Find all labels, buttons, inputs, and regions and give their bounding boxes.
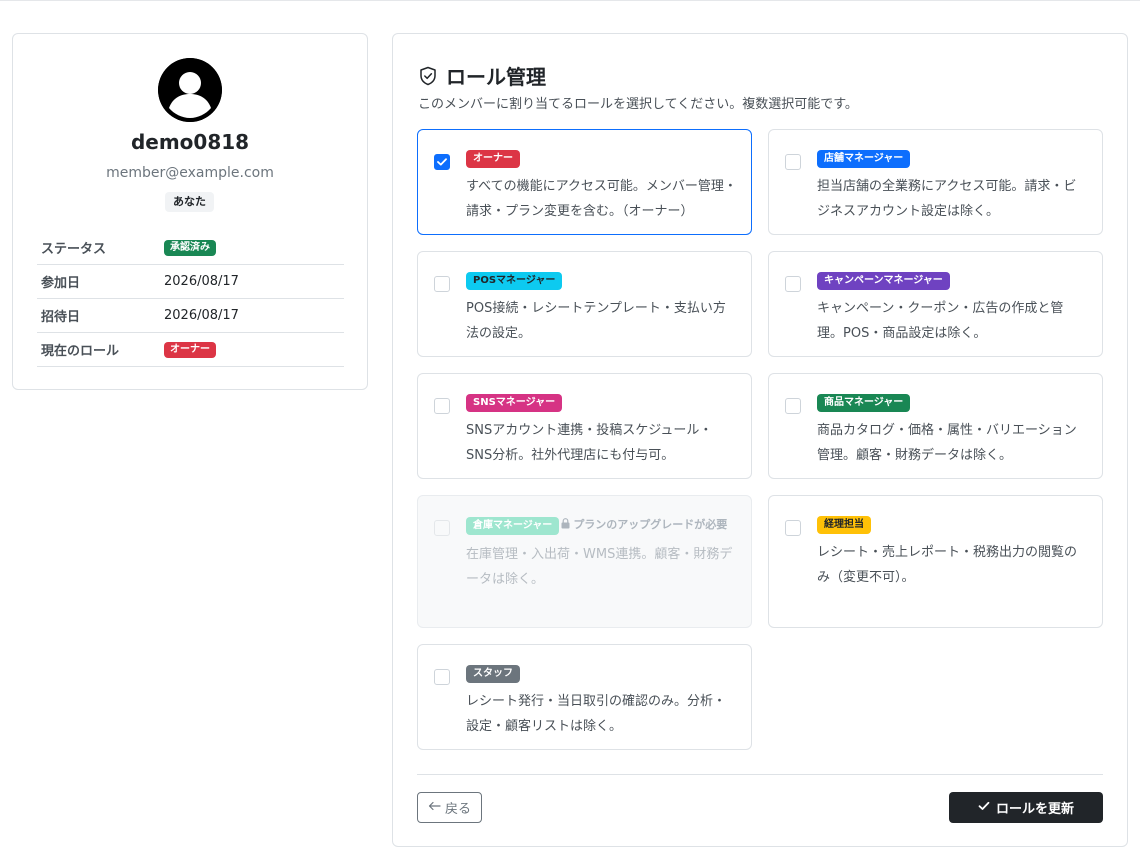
role-badge: 倉庫マネージャー [466,517,560,535]
info-key: ステータス [41,242,107,257]
role-option-card[interactable]: 経理担当レシート・売上レポート・税務出力の閲覧のみ（変更不可）。 [768,495,1103,628]
back-button[interactable]: 戻る [417,792,482,823]
info-row-status: ステータス 承認済み [37,231,344,265]
invited-date: 2026/08/17 [164,308,239,323]
info-row-current-role: 現在のロール オーナー [37,333,344,367]
role-badge: POSマネージャー [466,272,563,290]
lock-icon [561,518,570,529]
role-checkbox[interactable] [785,154,801,170]
panel-description: このメンバーに割り当てるロールを選択してください。複数選択可能です。 [418,97,858,112]
member-email: member@example.com [106,165,274,181]
role-description: 担当店舗の全業務にアクセス可能。請求・ビジネスアカウント設定は除く。 [817,179,1077,219]
role-checkbox [434,520,450,536]
avatar-icon [158,58,222,122]
role-description: レシート・売上レポート・税務出力の閲覧のみ（変更不可）。 [817,545,1078,585]
role-description: レシート発行・当日取引の確認のみ。分析・設定・顧客リストは除く。 [466,694,727,734]
role-badge: スタッフ [466,665,520,683]
info-key: 現在のロール [41,344,120,359]
role-option-card[interactable]: キャンペーンマネージャーキャンペーン・クーポン・広告の作成と管理。POS・商品設… [768,251,1103,357]
role-checkbox[interactable] [434,669,450,685]
update-button-label: ロールを更新 [995,802,1074,817]
role-option-card[interactable]: 商品マネージャー商品カタログ・価格・属性・バリエーション管理。顧客・財務データは… [768,373,1103,479]
status-badge: 承認済み [164,240,216,256]
role-checkbox[interactable] [785,520,801,536]
role-management-panel: ロール管理 このメンバーに割り当てるロールを選択してください。複数選択可能です。… [392,33,1128,847]
info-key: 参加日 [41,276,81,291]
role-description: すべての機能にアクセス可能。メンバー管理・請求・プラン変更を含む。（オーナー） [466,179,737,219]
member-username: demo0818 [130,130,250,154]
role-badge: SNSマネージャー [466,394,563,412]
role-badge: キャンペーンマネージャー [817,272,950,290]
role-option-card[interactable]: オーナーすべての機能にアクセス可能。メンバー管理・請求・プラン変更を含む。（オー… [417,129,752,235]
current-role-badge: オーナー [164,342,216,358]
page-title: ロール管理 [418,61,546,90]
role-description: キャンペーン・クーポン・広告の作成と管理。POS・商品設定は除く。 [817,301,1064,341]
panel-title-text: ロール管理 [446,65,546,89]
role-checkbox[interactable] [434,276,450,292]
checkmark-icon [437,158,447,166]
role-description: 在庫管理・入出荷・WMS連携。顧客・財務データは除く。 [466,547,733,587]
member-info-table: ステータス 承認済み 参加日 2026/08/17 招待日 2026/08/17… [37,231,344,367]
role-description: POS接続・レシートテンプレート・支払い方法の設定。 [466,301,726,341]
shield-check-icon [418,66,438,86]
back-button-label: 戻る [444,802,471,817]
role-badge: 店舗マネージャー [817,150,911,168]
role-checkbox[interactable] [785,276,801,292]
role-badge: 経理担当 [817,516,871,534]
role-badge: オーナー [466,150,520,168]
arrow-left-icon [428,800,441,815]
role-description: SNSアカウント連携・投稿スケジュール・SNS分析。社外代理店にも付与可。 [466,423,713,463]
role-option-card[interactable]: スタッフレシート発行・当日取引の確認のみ。分析・設定・顧客リストは除く。 [417,644,752,750]
footer-divider [417,774,1103,775]
role-description: 商品カタログ・価格・属性・バリエーション管理。顧客・財務データは除く。 [817,423,1077,463]
check-icon [978,800,996,815]
role-checkbox[interactable] [434,398,450,414]
joined-date: 2026/08/17 [164,274,239,289]
role-checkbox[interactable] [434,154,450,170]
info-row-joined: 参加日 2026/08/17 [37,265,344,299]
update-roles-button[interactable]: ロールを更新 [949,792,1103,823]
role-option-card[interactable]: SNSマネージャー SNSアカウント連携・投稿スケジュール・SNS分析。社外代理店… [417,373,752,479]
info-row-invited: 招待日 2026/08/17 [37,299,344,333]
role-badge: 商品マネージャー [817,394,911,412]
role-option-card: 倉庫マネージャー プランのアップグレードが必要在庫管理・入出荷・WMS連携。顧客・… [417,495,752,628]
top-divider [0,0,1140,1]
role-checkbox[interactable] [785,398,801,414]
upgrade-required-note: プランのアップグレードが必要 [561,518,727,531]
role-option-card[interactable]: 店舗マネージャー担当店舗の全業務にアクセス可能。請求・ビジネスアカウント設定は除… [768,129,1103,235]
role-option-card[interactable]: POSマネージャー POS接続・レシートテンプレート・支払い方法の設定。 [417,251,752,357]
member-profile-card: demo0818 member@example.com あなた ステータス 承認… [12,33,368,390]
info-key: 招待日 [41,310,81,325]
upgrade-required-text: プランのアップグレードが必要 [573,518,728,531]
you-badge: あなた [165,192,214,212]
